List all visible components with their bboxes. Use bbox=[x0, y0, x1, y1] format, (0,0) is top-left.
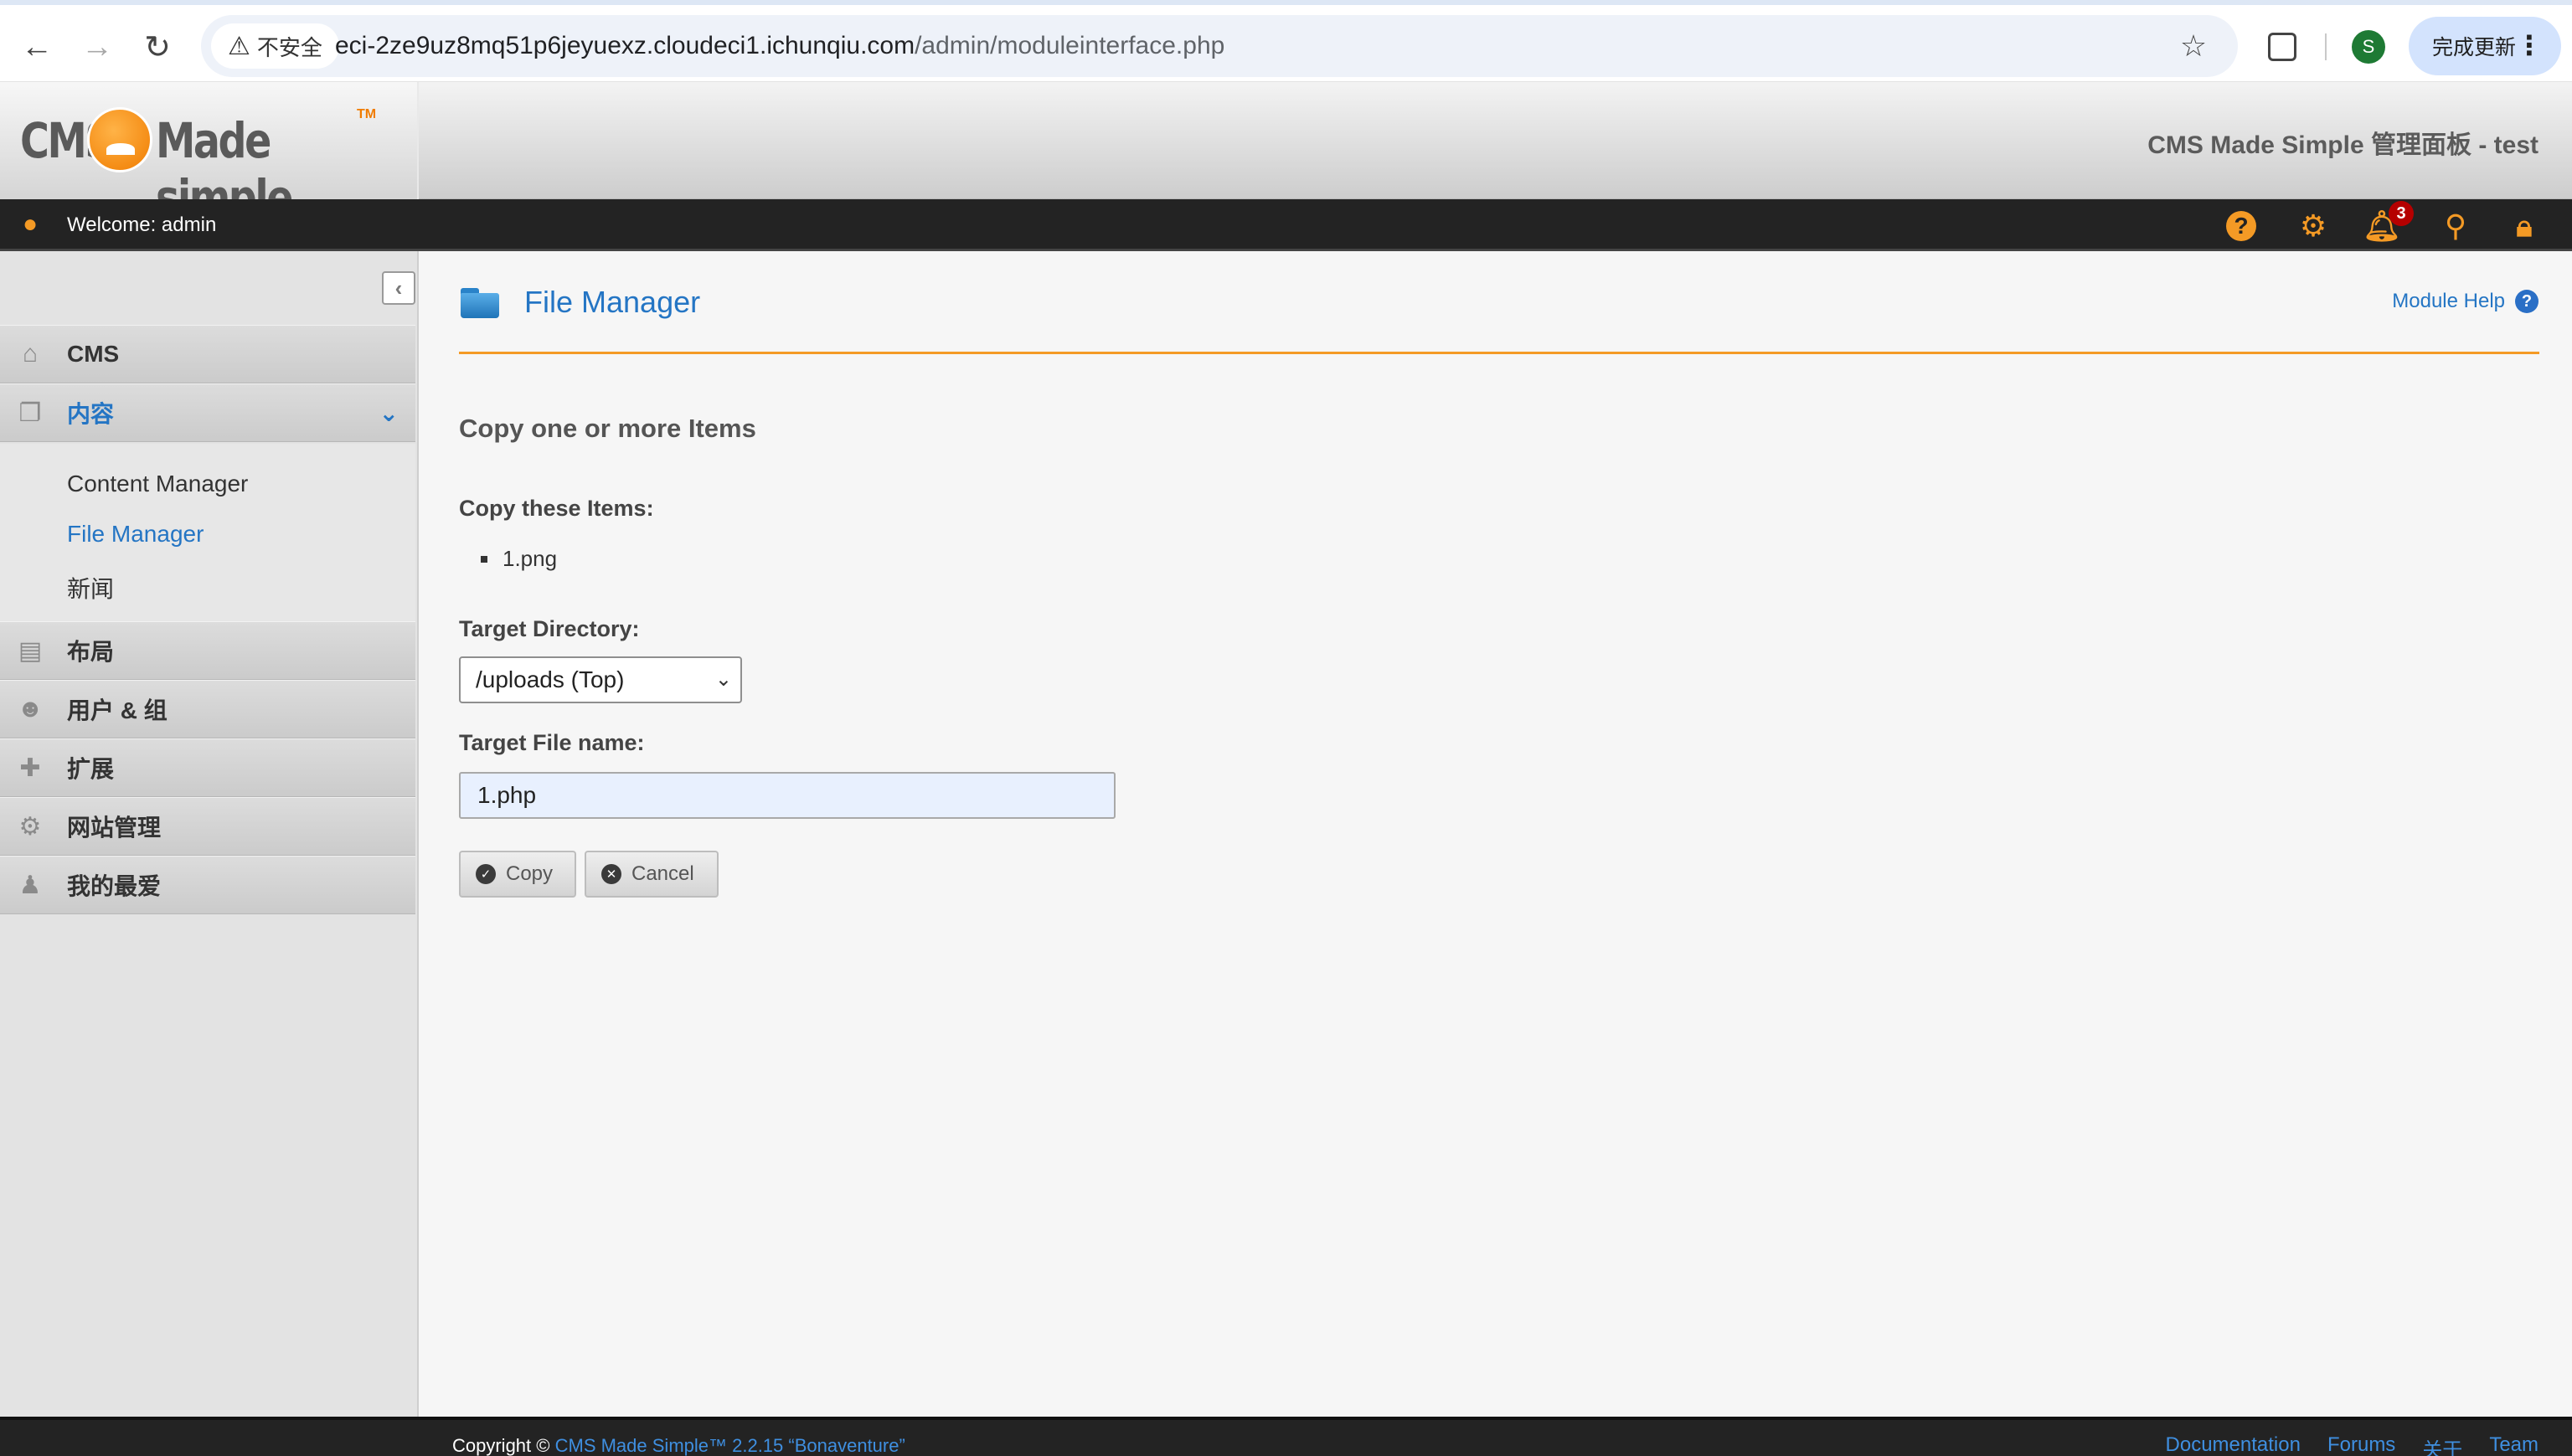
content-icon: ❐ bbox=[18, 399, 42, 427]
collapse-sidebar-icon[interactable]: ‹ bbox=[382, 271, 415, 305]
browser-toolbar: ← → ↻ ⚠ 不安全 eci-2ze9uz8mq51p6jeyuexz.clo… bbox=[0, 0, 2572, 82]
sidebar-item-favorites[interactable]: ♟ 我的最爱 bbox=[0, 856, 415, 914]
main-content: File Manager Module Help ? Copy one or m… bbox=[420, 251, 2572, 1417]
logo-area: CMS Made simple TM bbox=[0, 82, 419, 226]
address-bar[interactable]: ⚠ 不安全 eci-2ze9uz8mq51p6jeyuexz.cloudeci1… bbox=[201, 15, 2238, 77]
form-heading: Copy one or more Items bbox=[459, 414, 756, 443]
module-help-link[interactable]: Module Help ? bbox=[2392, 290, 2538, 313]
cancel-button[interactable]: ✕ Cancel bbox=[585, 851, 719, 898]
sidebar-item-site-admin[interactable]: ⚙ 网站管理 bbox=[0, 797, 415, 856]
footer-link-documentation[interactable]: Documentation bbox=[2166, 1433, 2301, 1456]
cancel-button-label: Cancel bbox=[631, 862, 694, 885]
title-divider bbox=[459, 352, 2539, 354]
chevron-down-icon: ⌄ bbox=[379, 400, 399, 426]
security-chip[interactable]: ⚠ 不安全 bbox=[211, 23, 339, 69]
target-directory-select[interactable]: /uploads (Top) ⌄ bbox=[459, 656, 742, 703]
page-title: File Manager bbox=[524, 285, 701, 319]
item-filename: 1.png bbox=[503, 546, 558, 571]
logout-lock-icon[interactable]: 🔒︎ bbox=[2506, 208, 2543, 244]
sidebar-item-label: 布局 bbox=[67, 639, 115, 665]
list-item: 1.png bbox=[481, 546, 557, 572]
sidebar-item-label: 网站管理 bbox=[67, 815, 162, 841]
extensions-icon[interactable] bbox=[2268, 33, 2296, 61]
copy-button-label: Copy bbox=[506, 862, 554, 885]
profile-avatar[interactable]: S bbox=[2352, 30, 2385, 64]
copy-button[interactable]: ✓ Copy bbox=[459, 851, 576, 898]
bookmark-star-icon[interactable]: ☆ bbox=[2169, 22, 2218, 70]
kebab-menu-icon[interactable]: ⋮ bbox=[2516, 28, 2543, 62]
sidebar-item-label: 用户 & 组 bbox=[67, 697, 168, 723]
notification-count-badge[interactable]: 3 bbox=[2389, 201, 2414, 226]
security-label: 不安全 bbox=[256, 34, 322, 60]
target-directory-value: /uploads (Top) bbox=[476, 666, 625, 692]
sidebar-item-users-groups[interactable]: ☻ 用户 & 组 bbox=[0, 680, 415, 738]
welcome-text: Welcome: admin bbox=[67, 214, 217, 236]
logo-sun-icon bbox=[87, 107, 152, 172]
admin-toolbar: ● Welcome: admin ? ⚙ 🔔︎ ⚲ 🔒︎ bbox=[0, 199, 2572, 251]
close-icon: ✕ bbox=[601, 864, 621, 884]
cms-header: CMS Made simple TM CMS Made Simple 管理面板 … bbox=[0, 82, 2572, 226]
sidebar-item-cms[interactable]: ⌂ CMS bbox=[0, 325, 415, 383]
update-button[interactable]: 完成更新 ⋮ bbox=[2409, 17, 2561, 75]
help-icon[interactable]: ? bbox=[2223, 208, 2260, 244]
sidebar-item-layout[interactable]: ▤ 布局 bbox=[0, 621, 415, 680]
logo-trademark: TM bbox=[357, 107, 377, 121]
gear-icon[interactable]: ⚙ bbox=[2295, 208, 2332, 244]
search-icon[interactable]: ⚲ bbox=[2437, 208, 2474, 244]
sidebar: ‹ ⌂ CMS ❐ 内容 ⌄ Content Manager File Mana… bbox=[0, 251, 419, 1417]
layout-icon: ▤ bbox=[18, 636, 43, 665]
footer-link-about[interactable]: 关于 bbox=[2422, 1433, 2462, 1456]
target-file-label: Target File name: bbox=[459, 730, 645, 755]
footer-link-forums[interactable]: Forums bbox=[2327, 1433, 2395, 1456]
update-label: 完成更新 bbox=[2432, 36, 2517, 59]
url-text[interactable]: eci-2ze9uz8mq51p6jeyuexz.cloudeci1.ichun… bbox=[335, 15, 1224, 77]
home-icon: ⌂ bbox=[22, 340, 39, 368]
admin-panel-title: CMS Made Simple 管理面板 - test bbox=[2147, 131, 2538, 159]
url-host: eci-2ze9uz8mq51p6jeyuexz.cloudeci1.ichun… bbox=[335, 32, 915, 59]
footer: Copyright © CMS Made Simple™ 2.2.15 “Bon… bbox=[0, 1417, 2572, 1456]
bullet-icon bbox=[481, 555, 487, 563]
gear-icon: ⚙ bbox=[18, 812, 42, 841]
sidebar-item-content[interactable]: ❐ 内容 ⌄ bbox=[0, 383, 415, 442]
footer-link-team[interactable]: Team bbox=[2489, 1433, 2538, 1456]
warning-icon: ⚠ bbox=[228, 32, 250, 60]
user-icon: ● bbox=[22, 210, 39, 238]
sidebar-item-label: CMS bbox=[67, 341, 120, 367]
footer-links: Documentation Forums 关于 Team bbox=[2166, 1433, 2538, 1456]
submenu-item-news[interactable]: 新闻 bbox=[67, 571, 114, 605]
toolbar-divider bbox=[2325, 33, 2327, 60]
check-icon: ✓ bbox=[476, 864, 496, 884]
module-help-label: Module Help bbox=[2392, 290, 2505, 312]
sidebar-item-label: 我的最爱 bbox=[67, 873, 162, 899]
sidebar-item-label: 内容 bbox=[67, 401, 115, 427]
sidebar-item-label: 扩展 bbox=[67, 756, 115, 782]
target-directory-label: Target Directory: bbox=[459, 616, 640, 641]
folder-icon bbox=[461, 288, 499, 318]
target-file-input[interactable]: 1.php bbox=[459, 772, 1116, 819]
reload-icon[interactable]: ↻ bbox=[134, 23, 181, 70]
copyright-prefix: Copyright © bbox=[452, 1435, 550, 1456]
forward-arrow-icon[interactable]: → bbox=[74, 23, 121, 70]
back-arrow-icon[interactable]: ← bbox=[13, 23, 60, 70]
copy-items-label: Copy these Items: bbox=[459, 496, 654, 521]
submenu-item-content-manager[interactable]: Content Manager bbox=[67, 471, 248, 497]
chevron-down-icon: ⌄ bbox=[714, 668, 732, 691]
copyright-text: Copyright © CMS Made Simple™ 2.2.15 “Bon… bbox=[452, 1435, 905, 1456]
puzzle-icon: ✚ bbox=[19, 754, 41, 782]
cms-version-link[interactable]: CMS Made Simple™ 2.2.15 “Bonaventure” bbox=[555, 1435, 905, 1456]
help-icon: ? bbox=[2515, 290, 2538, 313]
sidebar-item-extensions[interactable]: ✚ 扩展 bbox=[0, 738, 415, 797]
user-icon: ♟ bbox=[18, 871, 42, 899]
url-path: /admin/moduleinterface.php bbox=[915, 32, 1225, 59]
submenu-item-file-manager[interactable]: File Manager bbox=[67, 521, 204, 548]
users-icon: ☻ bbox=[17, 695, 44, 723]
